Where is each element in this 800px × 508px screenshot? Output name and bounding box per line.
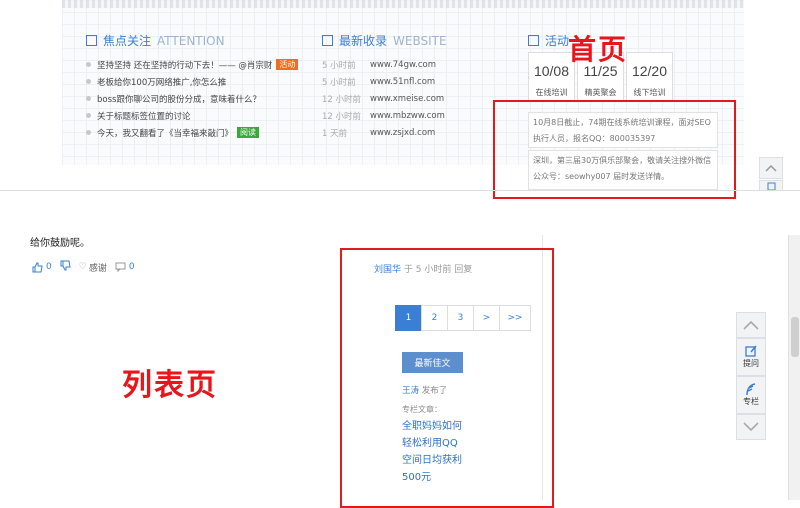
tag-badge[interactable]: 阅读 <box>237 127 260 138</box>
events-heading: 活动 <box>528 32 569 49</box>
site-time: 5 小时前 <box>322 77 356 88</box>
torn-edge <box>62 0 744 8</box>
focus-item[interactable]: 坚持坚持 还在坚持的行动下去！—— @肖宗财 活动 <box>86 56 316 73</box>
column-button[interactable]: 专栏 <box>736 376 766 414</box>
homepage-highlight-box <box>493 100 736 199</box>
site-url[interactable]: www.mbzww.com <box>370 111 445 121</box>
latest-heading: 最新收录 WEBSITE <box>322 32 447 49</box>
tag-badge[interactable]: 活动 <box>276 59 299 70</box>
event-label: 在线培训 <box>535 88 568 97</box>
back-to-top-button[interactable] <box>759 157 783 179</box>
calendar-icon <box>528 35 539 46</box>
comment-text: 给你鼓励呢。 <box>30 238 90 249</box>
focus-item-text[interactable]: 老板给你100万网络推广,你怎么推 <box>97 76 226 88</box>
site-url[interactable]: www.51nfl.com <box>370 77 435 87</box>
site-url[interactable]: www.zsjxd.com <box>370 128 435 138</box>
edit-icon <box>767 182 775 190</box>
thanks-button[interactable]: ♡ 感谢 <box>79 261 107 274</box>
dislike-button[interactable] <box>60 260 71 274</box>
site-item[interactable]: 5 小时前 www.74gw.com <box>322 56 492 73</box>
comment-count: 0 <box>128 262 135 272</box>
chevron-up-icon <box>743 320 759 330</box>
homepage-annotation: 首页 <box>568 33 629 66</box>
thumbs-down-icon <box>60 260 71 271</box>
focus-item[interactable]: 老板给你100万网络推广,你怎么推 <box>86 73 316 90</box>
comment-actions: 0 ♡ 感谢 0 <box>32 260 135 274</box>
focus-item[interactable]: boss跟你聊公司的股份分成，意味着什么？ <box>86 90 316 107</box>
listpage-annotation: 列表页 <box>122 368 218 403</box>
event-date: 10/08 <box>533 63 570 79</box>
focus-item-text[interactable]: 今天，我又翻看了《当幸福来敲门》 <box>97 127 233 139</box>
ask-label: 提问 <box>743 359 759 368</box>
site-item[interactable]: 5 小时前 www.51nfl.com <box>322 73 492 90</box>
latest-title: 最新收录 <box>339 34 388 48</box>
focus-title-en: ATTENTION <box>157 33 225 48</box>
focus-heading: 焦点关注 ATTENTION <box>86 32 225 49</box>
bullet-icon <box>86 96 91 101</box>
site-time: 5 小时前 <box>322 60 356 71</box>
page-scrollbar[interactable] <box>788 235 800 500</box>
thanks-label: 感谢 <box>88 263 107 274</box>
ask-button-partial[interactable] <box>759 180 783 190</box>
focus-item[interactable]: 今天，我又翻看了《当幸福来敲门》 阅读 <box>86 124 316 141</box>
events-title: 活动 <box>545 34 570 48</box>
bullet-icon <box>86 113 91 118</box>
divider <box>0 190 800 191</box>
ask-question-button[interactable]: 提问 <box>736 338 766 376</box>
like-button[interactable]: 0 <box>32 262 52 273</box>
focus-item[interactable]: 关于标题标签位置的讨论 <box>86 107 316 124</box>
focus-item-text[interactable]: 坚持坚持 还在坚持的行动下去！—— @肖宗财 <box>97 59 272 71</box>
scrollbar-thumb[interactable] <box>791 317 799 357</box>
back-to-top-button[interactable] <box>736 312 766 338</box>
focus-title: 焦点关注 <box>103 34 152 48</box>
latest-title-en: WEBSITE <box>393 33 447 48</box>
list-icon <box>86 35 97 46</box>
event-label: 线下培训 <box>633 88 666 97</box>
window-icon <box>322 35 333 46</box>
bullet-icon <box>86 79 91 84</box>
scroll-down-button[interactable] <box>736 414 766 440</box>
heart-icon: ♡ <box>78 262 87 272</box>
event-label: 精英聚会 <box>584 88 617 97</box>
bullet-icon <box>86 130 91 135</box>
site-time: 12 小时前 <box>322 94 362 105</box>
listpage-highlight-box <box>340 248 554 508</box>
bullet-icon <box>86 62 91 67</box>
site-item[interactable]: 1 天前 www.zsjxd.com <box>322 124 492 141</box>
site-url[interactable]: www.74gw.com <box>370 60 436 70</box>
site-time: 1 天前 <box>322 128 348 139</box>
edit-icon <box>744 345 757 357</box>
site-url[interactable]: www.xmeise.com <box>370 94 444 104</box>
site-item[interactable]: 12 小时前 www.xmeise.com <box>322 90 492 107</box>
feather-icon <box>746 383 756 396</box>
latest-list: 5 小时前 www.74gw.com 5 小时前 www.51nfl.com 1… <box>322 56 492 141</box>
site-time: 12 小时前 <box>322 111 362 122</box>
event-date-box[interactable]: 12/20 线下培训 <box>626 52 673 102</box>
chevron-up-icon <box>765 164 777 172</box>
focus-item-text[interactable]: boss跟你聊公司的股份分成，意味着什么？ <box>97 93 261 105</box>
comment-button[interactable]: 0 <box>115 262 135 272</box>
column-label: 专栏 <box>743 397 759 406</box>
focus-list: 坚持坚持 还在坚持的行动下去！—— @肖宗财 活动 老板给你100万网络推广,你… <box>86 56 316 141</box>
chevron-down-icon <box>743 422 759 432</box>
focus-item-text[interactable]: 关于标题标签位置的讨论 <box>97 110 191 122</box>
event-date: 12/20 <box>631 63 668 79</box>
comment-icon <box>115 262 126 272</box>
thumbs-up-icon <box>32 262 43 272</box>
site-item[interactable]: 12 小时前 www.mbzww.com <box>322 107 492 124</box>
like-count: 0 <box>46 262 52 272</box>
